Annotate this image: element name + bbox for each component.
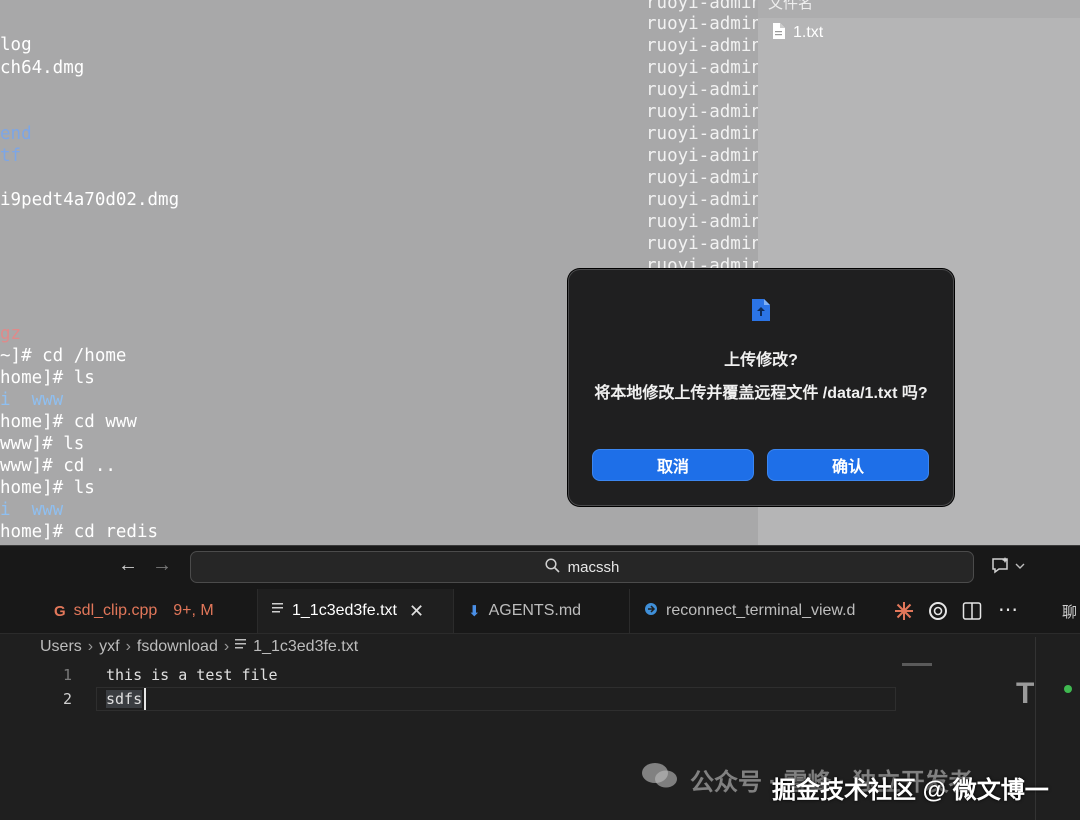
upload-confirm-dialog: 上传修改? 将本地修改上传并覆盖远程文件 /data/1.txt 吗? 取消 确… <box>568 269 954 506</box>
breadcrumb-item[interactable]: fsdownload <box>137 638 218 656</box>
breadcrumb: Users › yxf › fsdownload › 1_1c3ed3fe.tx… <box>40 638 358 656</box>
terminal-line: home]# cd www <box>0 412 137 432</box>
tab-label: sdl_clip.cpp <box>73 602 158 619</box>
chevron-right-icon: › <box>125 638 131 655</box>
juejin-watermark: 掘金技术社区 @ 微文博一 <box>772 777 1049 804</box>
file-upload-icon <box>751 298 771 327</box>
more-actions-icon[interactable]: ⋯ <box>998 597 1018 622</box>
terminal-line: www]# cd .. <box>0 456 116 476</box>
minimap[interactable] <box>902 663 932 666</box>
status-dot <box>1064 685 1072 693</box>
terminal-line: i www <box>0 390 64 410</box>
terminal-right-line: ruoyi-admin <box>646 0 758 13</box>
line-number: 2 <box>62 690 72 708</box>
terminal-right-line: ruoyi-admin <box>646 58 758 78</box>
tab-bar: G sdl_clip.cpp 9+, M 1_1c3ed3fe.txt ✕ ⬇ … <box>0 589 1080 634</box>
terminal-line: tf <box>0 146 22 166</box>
tab-label: reconnect_terminal_view.d <box>666 602 856 619</box>
chevron-right-icon: › <box>223 638 230 655</box>
document-icon <box>772 22 785 44</box>
dialog-message: 将本地修改上传并覆盖远程文件 /data/1.txt 吗? <box>594 385 928 402</box>
text-cursor <box>144 688 146 710</box>
line-number: 1 <box>62 666 72 684</box>
tab-badge: 9+, M <box>173 602 214 619</box>
search-icon <box>545 557 560 577</box>
minimap-text-glyph: T <box>1016 677 1035 710</box>
command-center-search[interactable]: macssh <box>190 551 974 583</box>
search-text: macssh <box>567 558 620 576</box>
markdown-icon: ⬇ <box>468 603 481 620</box>
terminal-right-line: ruoyi-admin <box>646 234 758 254</box>
code-line[interactable]: this is a test file <box>106 666 278 684</box>
text-file-icon <box>235 638 247 656</box>
terminal-line: home]# ls <box>0 478 95 498</box>
confirm-button[interactable]: 确认 <box>767 449 929 481</box>
terminal-right-line: ruoyi-admin <box>646 14 758 34</box>
terminal-right-line: ruoyi-admin <box>646 146 758 166</box>
openai-icon[interactable] <box>927 600 949 627</box>
title-bar: ← → macssh <box>0 545 1080 590</box>
terminal-right-line: ruoyi-admin <box>646 212 758 232</box>
terminal-right-line: ruoyi-admin <box>646 168 758 188</box>
terminal-line: ch64.dmg <box>0 58 85 78</box>
terminal-line: ~]# cd /home <box>0 346 127 366</box>
forward-arrow-icon[interactable]: → <box>152 554 172 577</box>
file-list-item[interactable]: 1.txt <box>772 22 823 44</box>
tab-sdl-clip[interactable]: G sdl_clip.cpp 9+, M <box>40 589 258 633</box>
dart-file-icon <box>644 602 658 621</box>
terminal-right-line: ruoyi-admin <box>646 102 758 122</box>
terminal-line: i9pedt4a70d02.dmg <box>0 190 180 210</box>
tab-label: AGENTS.md <box>488 602 582 619</box>
terminal-right-line: ruoyi-admin <box>646 80 758 100</box>
tab-reconnect-terminal-view[interactable]: reconnect_terminal_view.d <box>630 589 890 633</box>
terminal-line: home]# ls <box>0 368 95 388</box>
tab-agents-md[interactable]: ⬇ AGENTS.md <box>454 589 630 633</box>
tab-label: 1_1c3ed3fe.txt <box>292 602 397 619</box>
terminal-right-line: ruoyi-admin <box>646 36 758 56</box>
cpp-file-icon: G <box>54 602 66 620</box>
file-panel-header-label: 文件名 <box>768 0 814 12</box>
close-icon[interactable]: ✕ <box>409 601 424 622</box>
terminal-line: www]# ls <box>0 434 85 454</box>
sparkle-icon[interactable] <box>894 601 914 626</box>
breadcrumb-item[interactable]: yxf <box>99 638 119 656</box>
wechat-icon <box>640 760 680 795</box>
text-file-icon <box>272 602 284 620</box>
terminal-line: gz <box>0 324 22 344</box>
cancel-button[interactable]: 取消 <box>592 449 754 481</box>
terminal-line: end <box>0 124 32 144</box>
breadcrumb-item[interactable]: 1_1c3ed3fe.txt <box>253 638 358 656</box>
terminal-right-line: ruoyi-admin <box>646 124 758 144</box>
chevron-right-icon: › <box>87 638 94 655</box>
split-editor-icon[interactable] <box>962 601 982 626</box>
dialog-title: 上传修改? <box>724 352 798 369</box>
current-line-highlight <box>96 687 896 711</box>
terminal-right-line: ruoyi-admin <box>646 190 758 210</box>
terminal-line: i www <box>0 500 64 520</box>
file-panel-header: 文件名 <box>758 0 1080 18</box>
copilot-chat-icon[interactable] <box>990 556 1026 581</box>
terminal-line: log <box>0 35 32 55</box>
terminal-line: home]# cd redis <box>0 522 159 542</box>
side-panel-label[interactable]: 聊 <box>1062 601 1077 622</box>
tab-1-1c3ed3fe[interactable]: 1_1c3ed3fe.txt ✕ <box>258 589 454 633</box>
back-arrow-icon[interactable]: ← <box>118 554 138 577</box>
file-name: 1.txt <box>793 24 824 41</box>
code-line[interactable]: sdfs <box>106 690 143 708</box>
breadcrumb-item[interactable]: Users <box>40 638 82 656</box>
